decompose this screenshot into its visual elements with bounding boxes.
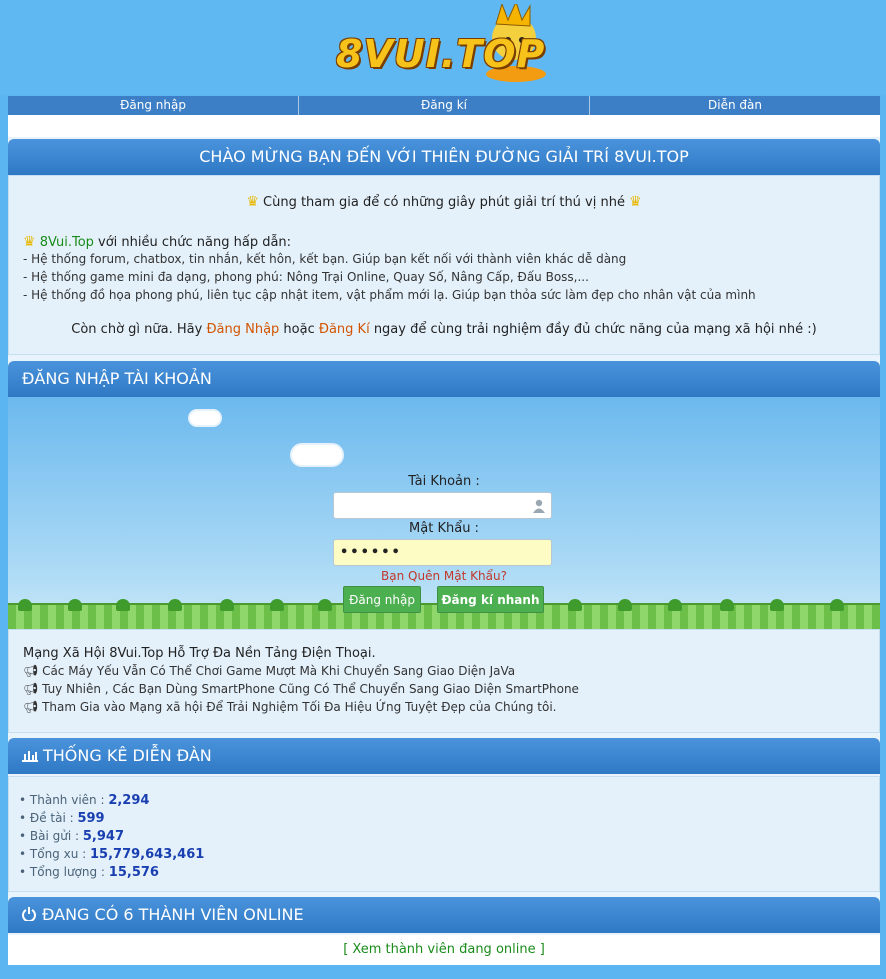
bush-decoration	[770, 599, 784, 611]
stat-value: 5,947	[82, 829, 124, 844]
login-title: ĐĂNG NHẬP TÀI KHOẢN	[8, 361, 880, 397]
welcome-title: CHÀO MỪNG BẠN ĐẾN VỚI THIÊN ĐƯỜNG GIẢI T…	[8, 139, 880, 175]
mobile-line-text: Các Máy Yếu Vẫn Có Thể Chơi Game Mượt Mà…	[42, 664, 516, 678]
mobile-support-panel: Mạng Xã Hội 8Vui.Top Hỗ Trợ Đa Nền Tảng …	[8, 629, 880, 733]
bush-decoration	[116, 599, 130, 611]
feature-line: - Hệ thống đồ họa phong phú, liên tục cậ…	[23, 288, 756, 302]
crown-icon: ♛	[629, 194, 642, 210]
stat-label: Tổng xu :	[29, 847, 90, 861]
nav-forum[interactable]: Diễn đàn	[590, 96, 880, 115]
feature-line: - Hệ thống forum, chatbox, tin nhắn, kết…	[23, 252, 627, 266]
cta-login-link[interactable]: Đăng Nhập	[206, 322, 279, 337]
bush-decoration	[618, 599, 632, 611]
login-button[interactable]: Đăng nhập	[343, 586, 421, 613]
power-icon	[22, 907, 36, 923]
user-icon	[533, 499, 545, 513]
bush-decoration	[18, 599, 32, 611]
mobile-support-title: Mạng Xã Hội 8Vui.Top Hỗ Trợ Đa Nền Tảng …	[23, 646, 376, 661]
stat-coins: • Tổng xu : 15,779,643,461	[19, 847, 205, 862]
forgot-password-link[interactable]: Bạn Quên Mật Khẩu?	[8, 569, 880, 583]
quick-register-button[interactable]: Đăng kí nhanh	[437, 586, 544, 613]
feature-line: - Hệ thống game mini đa dạng, phong phú:…	[23, 270, 589, 284]
bush-decoration	[830, 599, 844, 611]
nav-login[interactable]: Đăng nhập	[8, 96, 299, 115]
stat-members: • Thành viên : 2,294	[19, 793, 150, 808]
stats-panel: • Thành viên : 2,294 • Đề tài : 599 • Bà…	[8, 776, 880, 892]
cta-register-link[interactable]: Đăng Kí	[319, 322, 370, 337]
stat-label: Tổng lượng :	[29, 865, 109, 879]
stat-topics: • Đề tài : 599	[19, 811, 105, 826]
welcome-tagline: Cùng tham gia để có những giây phút giải…	[263, 195, 625, 210]
features-title-text: với nhiều chức năng hấp dẫn:	[93, 235, 292, 250]
megaphone-icon: 📢︎	[23, 664, 39, 678]
megaphone-icon: 📢︎	[23, 700, 39, 714]
mobile-support-line: 📢︎ Các Máy Yếu Vẫn Có Thể Chơi Game Mượt…	[23, 664, 515, 678]
mobile-line-text: Tham Gia vào Mạng xã hội Để Trải Nghiệm …	[42, 700, 557, 714]
site-logo[interactable]: 8VUI.TOP	[336, 4, 556, 90]
login-panel: Tài Khoản : Mật Khẩu : •••••• Bạn Quên M…	[8, 397, 880, 629]
password-label: Mật Khẩu :	[409, 521, 479, 536]
brand-name: 8Vui.Top	[39, 235, 94, 250]
spacer	[8, 115, 880, 137]
stat-gold: • Tổng lượng : 15,576	[19, 865, 159, 880]
stat-label: Bài gửi :	[29, 829, 83, 843]
stat-value: 599	[77, 811, 105, 826]
bar-chart-icon	[22, 751, 38, 762]
stats-title-bar: THỐNG KÊ DIỄN ĐÀN	[8, 738, 880, 774]
bush-decoration	[68, 599, 82, 611]
bush-decoration	[168, 599, 182, 611]
bush-decoration	[568, 599, 582, 611]
online-title-bar: ĐANG CÓ 6 THÀNH VIÊN ONLINE	[8, 897, 880, 933]
top-nav: Đăng nhập Đăng kí Diễn đàn	[8, 96, 880, 115]
cloud-decoration	[292, 445, 342, 465]
stat-posts: • Bài gửi : 5,947	[19, 829, 124, 844]
cloud-decoration	[190, 411, 220, 425]
nav-register[interactable]: Đăng kí	[299, 96, 590, 115]
username-input[interactable]	[333, 492, 552, 519]
bush-decoration	[720, 599, 734, 611]
header: 8VUI.TOP	[0, 0, 886, 95]
crown-icon: ♛	[23, 234, 36, 250]
features-title: ♛ 8Vui.Top với nhiều chức năng hấp dẫn:	[23, 234, 291, 250]
cta-text: ngay để cùng trải nghiệm đầy đủ chức năn…	[369, 322, 817, 337]
bush-decoration	[668, 599, 682, 611]
mobile-support-line: 📢︎ Tuy Nhiên , Các Bạn Dùng SmartPhone C…	[23, 682, 579, 696]
main-content: CHÀO MỪNG BẠN ĐẾN VỚI THIÊN ĐƯỜNG GIẢI T…	[8, 115, 880, 979]
welcome-tagline-row: ♛ Cùng tham gia để có những giây phút gi…	[9, 194, 879, 210]
stat-value: 15,576	[108, 865, 159, 880]
stat-value: 2,294	[108, 793, 150, 808]
cta-text: Còn chờ gì nữa. Hãy	[71, 322, 207, 337]
stat-label: Đề tài :	[29, 811, 78, 825]
stat-label: Thành viên :	[29, 793, 109, 807]
footer-spacer	[8, 965, 880, 979]
bush-decoration	[270, 599, 284, 611]
view-online-members-link[interactable]: [ Xem thành viên đang online ]	[8, 935, 880, 965]
cta-text: hoặc	[279, 322, 319, 337]
password-input[interactable]: ••••••	[333, 539, 552, 566]
stat-value: 15,779,643,461	[90, 847, 205, 862]
mobile-support-line: 📢︎ Tham Gia vào Mạng xã hội Để Trải Nghi…	[23, 700, 557, 714]
online-title: ĐANG CÓ 6 THÀNH VIÊN ONLINE	[42, 905, 304, 924]
bush-decoration	[220, 599, 234, 611]
mobile-line-text: Tuy Nhiên , Các Bạn Dùng SmartPhone Cũng…	[42, 682, 579, 696]
stats-title: THỐNG KÊ DIỄN ĐÀN	[43, 746, 212, 765]
call-to-action: Còn chờ gì nữa. Hãy Đăng Nhập hoặc Đăng …	[9, 322, 879, 337]
crown-icon: ♛	[246, 194, 259, 210]
username-label: Tài Khoản :	[408, 474, 480, 489]
bush-decoration	[318, 599, 332, 611]
megaphone-icon: 📢︎	[23, 682, 39, 696]
welcome-panel: ♛ Cùng tham gia để có những giây phút gi…	[8, 175, 880, 355]
logo-text: 8VUI.TOP	[336, 32, 546, 76]
